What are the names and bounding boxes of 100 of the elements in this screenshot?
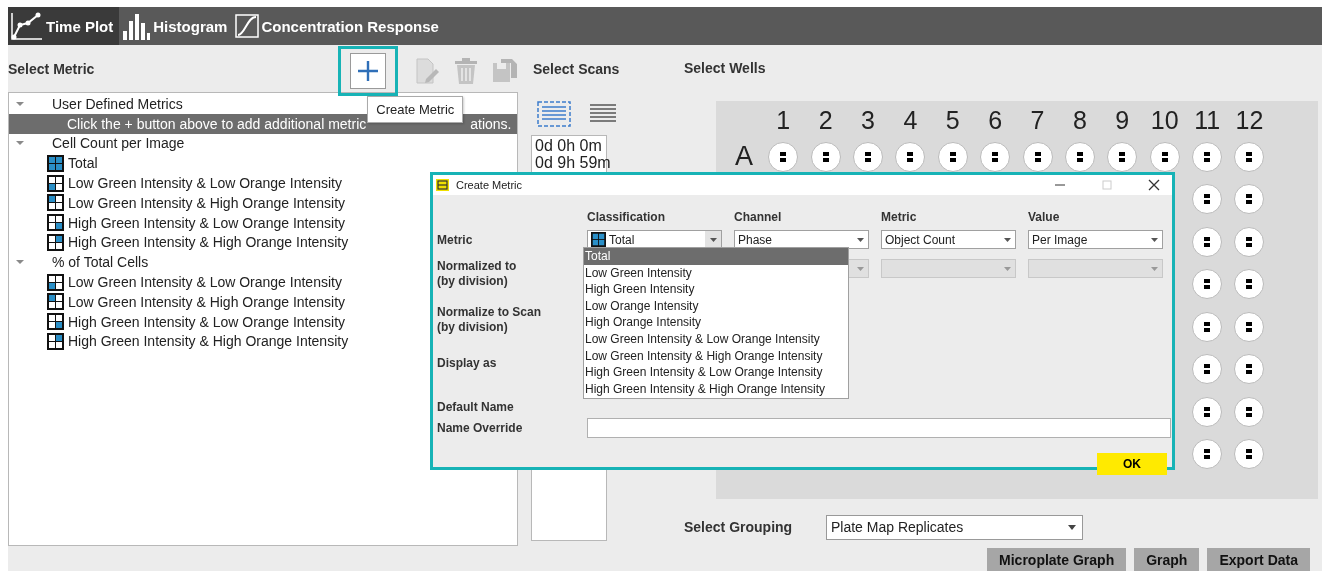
tab[interactable]: Concentration Response — [233, 7, 445, 45]
well-icon[interactable] — [1192, 226, 1223, 257]
grouping-dropdown[interactable]: Plate Map Replicates — [826, 514, 1083, 540]
column-label[interactable]: 10 — [1143, 105, 1186, 136]
action-button[interactable]: Export Data — [1207, 548, 1310, 571]
well-icon[interactable] — [852, 141, 883, 172]
tooltip: Create Metric — [367, 95, 464, 123]
dialog-title: Create Metric — [456, 179, 523, 191]
well-icon[interactable] — [1192, 269, 1223, 300]
caret-icon[interactable] — [16, 100, 24, 107]
well-icon[interactable] — [810, 141, 841, 172]
well-icon[interactable] — [1107, 141, 1138, 172]
caret-icon — [1003, 266, 1011, 271]
app-icon — [436, 179, 449, 191]
column-header: Classification — [587, 210, 667, 226]
well-icon[interactable] — [895, 141, 926, 172]
dropdown-option[interactable]: Low Green Intensity — [584, 264, 848, 282]
tree-item[interactable]: Low Green Intensity & High Orange Intensity — [9, 193, 517, 213]
caret-icon[interactable] — [16, 140, 24, 147]
dropdown-option[interactable]: Low Orange Intensity — [584, 297, 848, 315]
well-icon[interactable] — [1234, 439, 1265, 470]
well-icon[interactable] — [1149, 141, 1180, 172]
column-label[interactable]: 12 — [1228, 105, 1271, 136]
column-label[interactable]: 9 — [1101, 105, 1144, 136]
well-icon[interactable] — [1234, 184, 1265, 215]
column-label[interactable]: 7 — [1016, 105, 1059, 136]
well-icon[interactable] — [1234, 396, 1265, 427]
dropdown-option[interactable]: High Orange Intensity — [584, 314, 848, 331]
field-label: Normalize to Scan (by division) — [437, 305, 542, 335]
field-label: Metric — [437, 232, 473, 247]
add-button[interactable] — [350, 53, 386, 89]
ok-button[interactable]: OK — [1097, 453, 1167, 475]
column-label[interactable]: 4 — [889, 105, 932, 136]
caret-icon — [1150, 237, 1158, 242]
tree-group[interactable]: % of Total Cells — [52, 254, 149, 271]
caret-icon — [856, 237, 864, 242]
tree-group[interactable]: Cell Count per Image — [52, 135, 185, 152]
row-label[interactable]: A — [735, 141, 753, 173]
list-icon[interactable] — [589, 102, 617, 125]
well-icon[interactable] — [937, 141, 968, 172]
caret-icon — [1150, 266, 1158, 271]
panel-title: Select Scans — [533, 60, 620, 77]
well-icon[interactable] — [1192, 396, 1223, 427]
panel-title: Select Metric — [8, 60, 95, 77]
well-icon[interactable] — [1234, 269, 1265, 300]
select-all-icon[interactable] — [537, 100, 571, 127]
dropdown[interactable]: Object Count — [881, 230, 1016, 249]
dropdown[interactable]: Phase — [734, 230, 869, 249]
column-label[interactable]: 6 — [973, 105, 1017, 136]
caret-icon — [709, 237, 717, 242]
field-label: Display as — [437, 356, 497, 370]
well-icon[interactable] — [1064, 141, 1095, 172]
tab[interactable]: Time Plot — [8, 7, 120, 45]
line-chart-icon — [10, 11, 44, 41]
well-icon[interactable] — [1192, 311, 1223, 342]
dropdown-option[interactable]: High Green Intensity — [584, 281, 848, 298]
plus-icon — [357, 60, 379, 82]
well-icon[interactable] — [1192, 184, 1223, 215]
dropdown-option[interactable]: Total — [584, 248, 848, 265]
well-icon[interactable] — [1192, 439, 1223, 470]
tree-item[interactable]: Total — [9, 153, 517, 174]
caret-icon — [856, 266, 864, 271]
column-label[interactable]: 3 — [846, 105, 890, 136]
well-icon[interactable] — [768, 141, 799, 172]
dropdown[interactable]: Per Image — [1028, 230, 1163, 249]
caret-icon — [1003, 237, 1011, 242]
well-icon[interactable] — [1234, 354, 1265, 385]
well-icon[interactable] — [1234, 311, 1265, 342]
field-label: Normalized to (by division) — [437, 259, 517, 289]
well-icon[interactable] — [980, 141, 1011, 172]
caret-icon[interactable] — [16, 259, 24, 266]
tab[interactable]: Histogram — [119, 7, 234, 45]
action-button[interactable]: Graph — [1134, 548, 1200, 571]
action-button[interactable]: Microplate Graph — [987, 548, 1127, 571]
column-header: Value — [1028, 210, 1061, 226]
panel-title: Select Wells — [684, 60, 766, 77]
scan-item[interactable]: 0d 0h 0m — [532, 137, 606, 154]
dropdown-option[interactable]: Low Green Intensity & High Orange Intensity — [584, 347, 848, 365]
caret-icon — [1068, 524, 1076, 530]
dropdown-option[interactable]: High Green Intensity & High Orange Intensity — [584, 380, 848, 398]
column-label[interactable]: 2 — [804, 105, 847, 136]
well-icon[interactable] — [1234, 141, 1265, 172]
column-label[interactable]: 1 — [762, 105, 805, 136]
tree-group[interactable]: User Defined Metrics — [52, 95, 183, 112]
close-icon[interactable] — [1148, 179, 1160, 191]
well-icon[interactable] — [1192, 141, 1223, 172]
dropdown-option[interactable]: Low Green Intensity & Low Orange Intensity — [584, 330, 848, 348]
column-header: Metric — [881, 210, 918, 226]
column-label[interactable]: 8 — [1058, 105, 1102, 136]
dropdown-option[interactable]: High Green Intensity & Low Orange Intensity — [584, 364, 848, 381]
well-icon[interactable] — [1022, 141, 1053, 172]
column-label[interactable]: 5 — [931, 105, 974, 136]
curve-chart-icon — [235, 14, 260, 38]
tree-item[interactable]: High Green Intensity & Low Orange Intensity — [9, 212, 517, 233]
grouping-label: Select Grouping — [684, 519, 794, 536]
bar-chart-icon — [121, 11, 152, 41]
well-icon[interactable] — [1234, 226, 1265, 257]
column-label[interactable]: 11 — [1185, 105, 1229, 136]
well-icon[interactable] — [1192, 354, 1223, 385]
input-field[interactable] — [587, 418, 1171, 438]
